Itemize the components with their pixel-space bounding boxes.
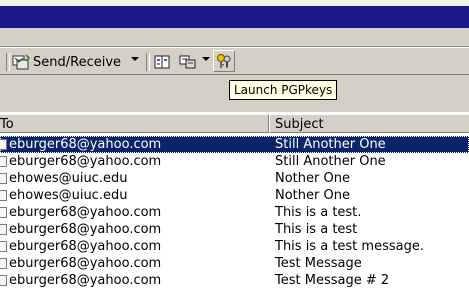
message-subject: Test Message	[275, 256, 362, 271]
message-icon	[0, 224, 7, 235]
toolbar-separator	[146, 53, 150, 71]
message-subject: Test Message # 2	[275, 273, 390, 288]
message-to: ehowes@uiuc.edu	[9, 171, 128, 186]
message-icon	[0, 258, 7, 269]
message-to: eburger68@yahoo.com	[9, 256, 162, 271]
message-to: eburger68@yahoo.com	[9, 154, 162, 169]
pgpkeys-icon	[216, 53, 232, 73]
message-row[interactable]: eburger68@yahoo.com This is a test messa…	[0, 238, 469, 255]
message-subject: This is a test.	[275, 205, 362, 220]
column-header-to[interactable]: To	[0, 114, 269, 133]
message-row[interactable]: eburger68@yahoo.com Still Another One	[0, 136, 469, 153]
message-icon	[0, 207, 7, 218]
find-button[interactable]	[178, 52, 198, 72]
toolbar-separator	[6, 53, 10, 71]
message-row[interactable]: eburger68@yahoo.com Still Another One	[0, 153, 469, 170]
message-row[interactable]: eburger68@yahoo.com Test Message	[0, 255, 469, 272]
column-header-subject[interactable]: Subject	[269, 114, 469, 133]
launch-pgpkeys-button[interactable]	[213, 50, 235, 72]
message-to: eburger68@yahoo.com	[9, 205, 162, 220]
menu-strip	[0, 30, 469, 47]
send-receive-button[interactable]: Send/Receive	[12, 52, 121, 72]
message-to: ehowes@uiuc.edu	[9, 188, 128, 203]
send-receive-dropdown-arrow[interactable]	[131, 57, 139, 61]
message-subject: Still Another One	[275, 137, 386, 152]
message-row[interactable]: eburger68@yahoo.com This is a test	[0, 221, 469, 238]
message-row[interactable]: eburger68@yahoo.com This is a test.	[0, 204, 469, 221]
message-icon	[0, 173, 7, 184]
message-icon	[0, 156, 7, 167]
message-row[interactable]: ehowes@uiuc.edu Nother One	[0, 187, 469, 204]
message-subject: This is a test	[275, 222, 358, 237]
message-to: eburger68@yahoo.com	[9, 239, 162, 254]
message-icon	[0, 190, 7, 201]
message-to: eburger68@yahoo.com	[9, 137, 162, 152]
message-to: eburger68@yahoo.com	[9, 222, 162, 237]
message-subject: This is a test message.	[275, 239, 424, 254]
message-to: eburger68@yahoo.com	[9, 273, 162, 288]
message-icon	[0, 139, 7, 150]
address-book-icon	[153, 54, 171, 70]
address-book-button[interactable]	[153, 52, 171, 72]
message-row[interactable]: eburger68@yahoo.com Test Message # 2	[0, 272, 469, 289]
message-icon	[0, 275, 7, 286]
send-receive-label: Send/Receive	[33, 54, 122, 70]
find-dropdown-arrow[interactable]	[202, 57, 210, 61]
message-icon	[0, 241, 7, 252]
window-titlebar	[0, 0, 469, 30]
tooltip-launch-pgpkeys: Launch PGPkeys	[229, 80, 338, 100]
message-subject: Nother One	[275, 171, 350, 186]
message-subject: Still Another One	[275, 154, 386, 169]
find-icon	[178, 54, 198, 70]
message-row[interactable]: ehowes@uiuc.edu Nother One	[0, 170, 469, 187]
message-subject: Nother One	[275, 188, 350, 203]
send-receive-icon	[12, 54, 30, 70]
